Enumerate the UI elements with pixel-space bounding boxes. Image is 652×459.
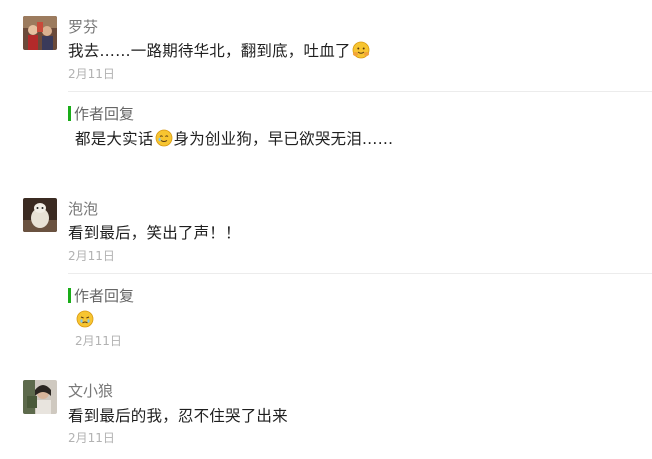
hug-emoji-icon <box>352 41 370 59</box>
comment-date: 2月11日 <box>68 67 115 81</box>
avatar[interactable] <box>23 380 57 414</box>
comment-text: 看到最后的我，忍不住哭了出来 <box>68 407 288 425</box>
crying-emoji-icon <box>76 310 94 328</box>
reply-text-after: 身为创业狗，早已欲哭无泪…… <box>173 130 394 148</box>
avatar[interactable] <box>23 198 57 232</box>
author-reply-text: 都是大实话 身为创业狗，早已欲哭无泪…… <box>75 127 393 149</box>
divider <box>68 91 652 92</box>
reply-text-before: 都是大实话 <box>75 130 154 148</box>
comment-author[interactable]: 罗芬 <box>68 16 98 37</box>
author-reply-label: 作者回复 <box>68 103 134 124</box>
comment-date: 2月11日 <box>68 249 115 263</box>
comment-text: 我去……一路期待华北，翻到底，吐血了 <box>68 39 371 61</box>
author-reply-date: 2月11日 <box>75 334 122 348</box>
author-reply-label: 作者回复 <box>68 285 134 306</box>
comment-date: 2月11日 <box>68 431 115 445</box>
comment-author[interactable]: 泡泡 <box>68 198 98 219</box>
author-reply-text <box>75 310 95 329</box>
tearful-smile-emoji-icon <box>155 129 173 147</box>
comment-text: 看到最后，笑出了声！！ <box>68 224 241 242</box>
comment-author[interactable]: 文小狼 <box>68 380 113 401</box>
divider <box>68 273 652 274</box>
avatar[interactable] <box>23 16 57 50</box>
comment-text-content: 我去……一路期待华北，翻到底，吐血了 <box>68 42 351 60</box>
